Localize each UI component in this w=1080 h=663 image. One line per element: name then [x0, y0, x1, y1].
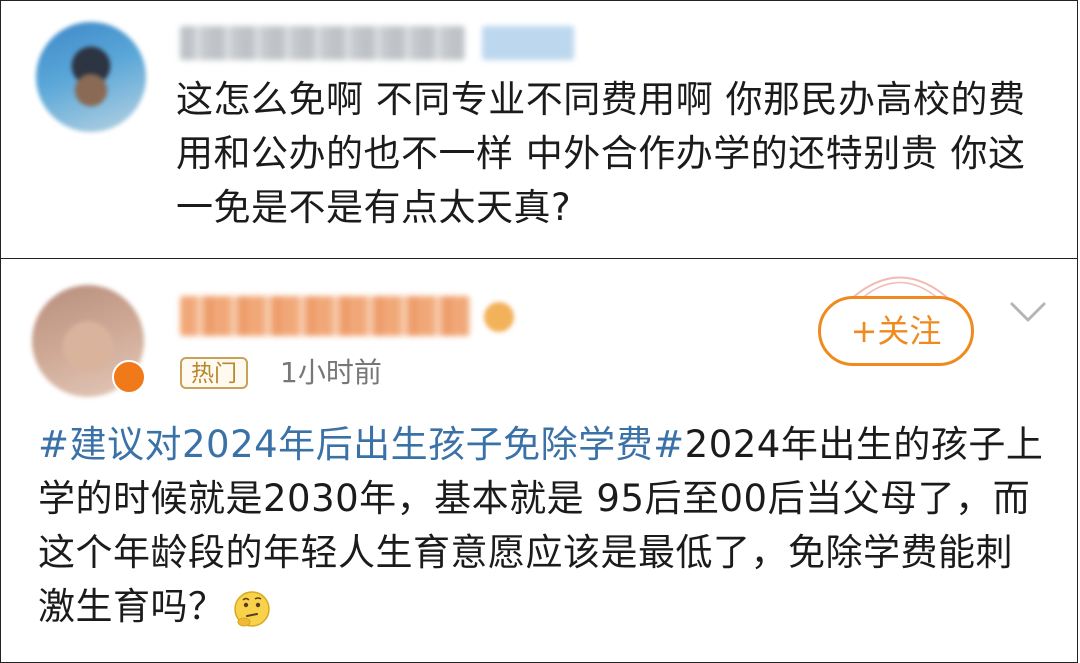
member-badge-icon [484, 302, 514, 332]
poster-name-blurred[interactable] [180, 296, 470, 336]
commenter-avatar[interactable] [36, 22, 146, 132]
commenter-name-blurred[interactable] [180, 26, 465, 60]
post-time: 1小时前 [280, 356, 382, 389]
hot-badge: 热门 [180, 357, 248, 389]
verified-badge-icon [112, 360, 146, 394]
commenter-tag-blurred [482, 26, 574, 60]
post-text: #建议对2024年后出生孩子免除学费#2024年出生的孩子上学的时候就是2030… [38, 418, 1048, 634]
hashtag-link[interactable]: #建议对2024年后出生孩子免除学费# [38, 423, 685, 466]
follow-button[interactable]: +关注 [818, 296, 974, 366]
comment-text: 这怎么免啊 不同专业不同费用啊 你那民办高校的费用和公办的也不一样 中外合作办学… [176, 78, 1026, 229]
thinking-face-emoji-icon [233, 590, 270, 627]
chevron-down-icon[interactable] [1008, 298, 1048, 328]
